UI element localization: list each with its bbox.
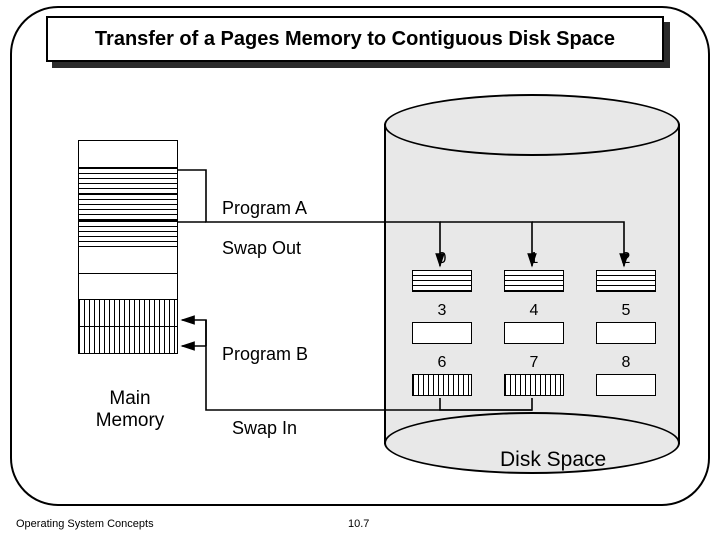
- disk-slot: [596, 322, 656, 344]
- disk-cylinder-top: [384, 94, 680, 156]
- disk-slot: [412, 322, 472, 344]
- memory-slot: [78, 193, 178, 221]
- disk-slot: [504, 322, 564, 344]
- main-memory-label: Main Memory: [80, 388, 180, 432]
- program-a-label: Program A: [222, 198, 307, 219]
- memory-slot: [78, 299, 178, 327]
- disk-slot: [412, 270, 472, 292]
- main-memory-stack: [78, 140, 178, 354]
- footer-left: Operating System Concepts: [16, 518, 154, 530]
- disk-space-label: Disk Space: [500, 448, 606, 472]
- title-text: Transfer of a Pages Memory to Contiguous…: [95, 28, 615, 51]
- memory-slot: [78, 273, 178, 301]
- disk-slot-number: 7: [504, 354, 564, 372]
- swap-in-label: Swap In: [232, 418, 297, 439]
- disk-slot-number: 0: [412, 250, 472, 268]
- slide-title: Transfer of a Pages Memory to Contiguous…: [46, 16, 664, 62]
- memory-slot: [78, 140, 178, 168]
- memory-slot: [78, 220, 178, 248]
- memory-slot: [78, 246, 178, 274]
- disk-slot-number: 1: [504, 250, 564, 268]
- disk-slot-number: 5: [596, 302, 656, 320]
- disk-slot-number: 4: [504, 302, 564, 320]
- disk-slot-number: 2: [596, 250, 656, 268]
- disk-slot-number: 3: [412, 302, 472, 320]
- disk-slot: [596, 374, 656, 396]
- disk-slot-number: 6: [412, 354, 472, 372]
- disk-slot: [504, 270, 564, 292]
- memory-slot: [78, 167, 178, 195]
- footer-center: 10.7: [348, 518, 369, 530]
- disk-slot: [412, 374, 472, 396]
- memory-slot: [78, 326, 178, 354]
- disk-slot-number: 8: [596, 354, 656, 372]
- program-b-label: Program B: [222, 344, 308, 365]
- disk-slot: [504, 374, 564, 396]
- disk-slot: [596, 270, 656, 292]
- swap-out-label: Swap Out: [222, 238, 301, 259]
